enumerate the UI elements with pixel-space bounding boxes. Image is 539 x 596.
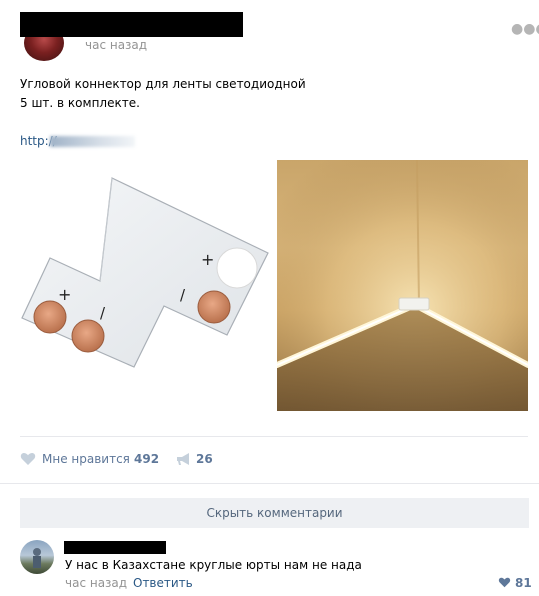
like-count[interactable]: 492 [134,452,159,466]
post-photo-connector[interactable]: + + / / [20,160,273,411]
heart-icon[interactable] [20,452,36,469]
post-text: Угловой коннектор для ленты светодиодной… [20,75,500,113]
plus-label: + [58,285,71,304]
led-corner-illustration [277,160,528,411]
comment-time[interactable]: час назад [65,576,127,590]
contact-pad [197,290,231,324]
reply-link[interactable]: Ответить [133,576,193,590]
share-megaphone-icon[interactable] [176,452,192,469]
author-name-redacted [20,12,243,37]
more-dots-icon[interactable]: ●●● [511,22,539,36]
comment-text: У нас в Казахстане круглые юрты нам не н… [65,558,362,572]
post-time[interactable]: час назад [85,38,147,52]
contact-pad [33,300,67,334]
commenter-avatar[interactable] [20,540,54,574]
blurred-face-sticker [216,247,258,289]
post-photo-led-corner[interactable] [277,160,528,411]
comment-like-count[interactable]: 81 [515,576,532,590]
share-count[interactable]: 26 [196,452,213,466]
heart-icon[interactable] [498,577,511,591]
link-blurred-part [50,136,135,147]
like-button-label[interactable]: Мне нравится [42,452,130,466]
contact-pad [71,319,105,353]
divider [20,436,528,437]
commenter-name-redacted [64,541,166,554]
post-text-line: 5 шт. в комплекте. [20,96,140,110]
divider [0,483,539,484]
connector-illustration: + + / / [21,177,269,368]
hide-comments-button[interactable]: Скрыть комментарии [20,498,529,528]
post-text-line: Угловой коннектор для ленты светодиодной [20,77,306,91]
plus-label: + [201,250,214,269]
